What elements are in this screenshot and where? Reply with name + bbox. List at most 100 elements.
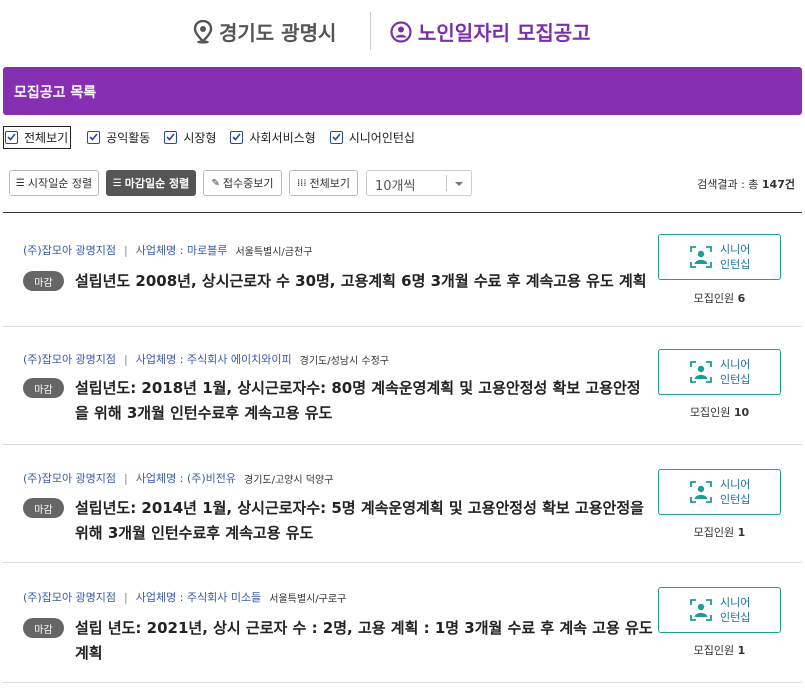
- list-item[interactable]: (주)잡모아 광명지점 | 사업체명 : (주)비전유 경기도/고양시 덕양구 …: [3, 445, 802, 563]
- item-meta: (주)잡모아 광명지점 | 사업체명 : 주식회사 미소들 서울특별시/구로구: [23, 589, 346, 605]
- filter-label: 전체보기: [24, 130, 69, 145]
- item-org[interactable]: (주)잡모아 광명지점: [23, 351, 116, 367]
- list-banner: 모집공고 목록: [3, 67, 802, 115]
- item-meta: (주)잡모아 광명지점 | 사업체명 : (주)비전유 경기도/고양시 덕양구: [23, 470, 333, 486]
- meta-separator: |: [124, 243, 128, 257]
- checkbox-icon: [329, 130, 343, 144]
- item-org[interactable]: (주)잡모아 광명지점: [23, 470, 116, 486]
- list-icon: ☰: [112, 177, 122, 189]
- recruit-label: 모집인원: [693, 526, 735, 539]
- item-org[interactable]: (주)잡모아 광명지점: [23, 242, 116, 258]
- recruit-number: 1: [737, 526, 746, 539]
- item-org[interactable]: (주)잡모아 광명지점: [23, 589, 116, 605]
- filter-public-checkbox[interactable]: 공익활동: [87, 129, 150, 146]
- header-divider: [370, 12, 371, 50]
- item-description[interactable]: 설립 년도: 2021년, 상시 근로자 수 : 2명, 고용 계획 : 1명 …: [75, 616, 653, 666]
- item-company[interactable]: 사업체명 : 마로블루: [136, 242, 228, 258]
- status-badge: 마감: [23, 618, 64, 638]
- sort-deadline-label: 마감일순 정렬: [124, 177, 190, 190]
- view-all-button[interactable]: ⁞⁞⁞ 전체보기: [289, 170, 358, 196]
- pencil-icon: ✎: [211, 177, 220, 189]
- checkbox-icon: [87, 130, 101, 144]
- type-line1: 시니어: [720, 358, 751, 371]
- checkbox-icon: [5, 130, 18, 144]
- program-type-label: 시니어 인턴십: [720, 477, 750, 507]
- sort-start-button[interactable]: ☰ 시작일순 정렬: [9, 170, 99, 196]
- senior-person-icon: [690, 599, 712, 621]
- filter-senior-intern-checkbox[interactable]: 시니어인턴십: [329, 129, 415, 146]
- toolbar: ☰ 시작일순 정렬 ☰ 마감일순 정렬 ✎ 접수중보기 ⁞⁞⁞ 전체보기 10개…: [9, 170, 799, 196]
- list-icon: ☰: [15, 177, 25, 189]
- sort-deadline-button[interactable]: ☰ 마감일순 정렬: [106, 170, 196, 196]
- item-description[interactable]: 설립년도 2008년, 상시근로자 수 30명, 고용계획 6명 3개월 수료 …: [75, 269, 653, 294]
- filter-market-checkbox[interactable]: 시장형: [164, 129, 216, 146]
- sort-start-label: 시작일순 정렬: [27, 177, 93, 190]
- item-description[interactable]: 설립년도: 2018년 1월, 상시근로자수: 80명 계속운영계획 및 고용안…: [75, 376, 653, 426]
- recruit-number: 6: [737, 292, 746, 305]
- item-company[interactable]: 사업체명 : 주식회사 미소들: [136, 589, 262, 605]
- program-type-label: 시니어 인턴십: [720, 357, 750, 387]
- page-title: 노인일자리 모집공고: [390, 17, 591, 46]
- type-line2: 인턴십: [720, 258, 751, 271]
- meta-separator: |: [124, 590, 128, 604]
- type-line1: 시니어: [720, 478, 751, 491]
- select-divider: [446, 175, 447, 191]
- recruit-count: 모집인원 1: [658, 524, 781, 540]
- result-count: 검색결과 : 총 147건: [697, 176, 795, 192]
- status-badge: 마감: [23, 271, 64, 291]
- title-text: 노인일자리 모집공고: [418, 21, 591, 45]
- region-text: 경기도 광명시: [219, 21, 337, 45]
- result-prefix: 검색결과 : 총: [697, 178, 759, 191]
- region-label: 경기도 광명시: [193, 17, 336, 46]
- senior-person-icon: [690, 361, 712, 383]
- filter-label: 공익활동: [106, 130, 151, 145]
- filter-label: 시니어인턴십: [348, 130, 415, 145]
- status-badge: 마감: [23, 378, 64, 398]
- location-pin-icon: [193, 19, 213, 44]
- recruit-number: 10: [733, 406, 750, 419]
- program-type-button[interactable]: 시니어 인턴십: [658, 349, 781, 395]
- filter-social-service-checkbox[interactable]: 사회서비스형: [230, 129, 316, 146]
- senior-person-icon: [690, 246, 712, 268]
- grid-icon: ⁞⁞⁞: [296, 177, 307, 189]
- type-line2: 인턴십: [720, 373, 751, 386]
- program-type-label: 시니어 인턴십: [720, 242, 750, 272]
- program-type-button[interactable]: 시니어 인턴십: [658, 234, 781, 280]
- filter-all-checkbox[interactable]: 전체보기: [3, 125, 72, 149]
- recruit-count: 모집인원 10: [658, 404, 781, 420]
- receiving-button[interactable]: ✎ 접수중보기: [203, 170, 282, 196]
- item-meta: (주)잡모아 광명지점 | 사업체명 : 주식회사 에이치와이피 경기도/성남시…: [23, 351, 389, 367]
- type-line2: 인턴십: [720, 493, 751, 506]
- chevron-down-icon: [455, 182, 463, 186]
- type-line1: 시니어: [720, 596, 751, 609]
- item-company[interactable]: 사업체명 : (주)비전유: [136, 470, 236, 486]
- user-circle-icon: [390, 20, 412, 43]
- filter-label: 사회서비스형: [249, 130, 316, 145]
- meta-separator: |: [124, 471, 128, 485]
- list-item[interactable]: (주)잡모아 광명지점 | 사업체명 : 주식회사 미소들 서울특별시/구로구 …: [3, 563, 802, 683]
- item-company[interactable]: 사업체명 : 주식회사 에이치와이피: [136, 351, 292, 367]
- page-header: 경기도 광명시 노인일자리 모집공고: [0, 0, 805, 62]
- program-type-label: 시니어 인턴십: [720, 595, 750, 625]
- item-description[interactable]: 설립년도: 2014년 1월, 상시근로자수: 5명 계속운영계획 및 고용안정…: [75, 496, 653, 546]
- program-type-button[interactable]: 시니어 인턴십: [658, 587, 781, 633]
- recruit-label: 모집인원: [693, 292, 735, 305]
- recruit-label: 모집인원: [689, 406, 731, 419]
- view-all-label: 전체보기: [309, 177, 351, 190]
- item-location: 경기도/고양시 덕양구: [244, 474, 334, 486]
- list-item[interactable]: (주)잡모아 광명지점 | 사업체명 : 주식회사 에이치와이피 경기도/성남시…: [3, 327, 802, 445]
- recruit-label: 모집인원: [693, 644, 735, 657]
- banner-title: 모집공고 목록: [14, 85, 97, 101]
- checkbox-icon: [164, 130, 178, 144]
- item-location: 서울특별시/금천구: [235, 246, 313, 258]
- result-number: 147건: [761, 178, 795, 191]
- program-type-button[interactable]: 시니어 인턴십: [658, 469, 781, 515]
- page-size-select[interactable]: 10개씩: [366, 170, 472, 196]
- list-item[interactable]: (주)잡모아 광명지점 | 사업체명 : 마로블루 서울특별시/금천구 마감 설…: [3, 213, 802, 327]
- checkbox-icon: [230, 130, 244, 144]
- filter-label: 시장형: [183, 130, 217, 145]
- recruit-count: 모집인원 6: [658, 290, 781, 306]
- meta-separator: |: [124, 352, 128, 366]
- recruit-number: 1: [737, 644, 746, 657]
- receiving-label: 접수중보기: [222, 177, 274, 190]
